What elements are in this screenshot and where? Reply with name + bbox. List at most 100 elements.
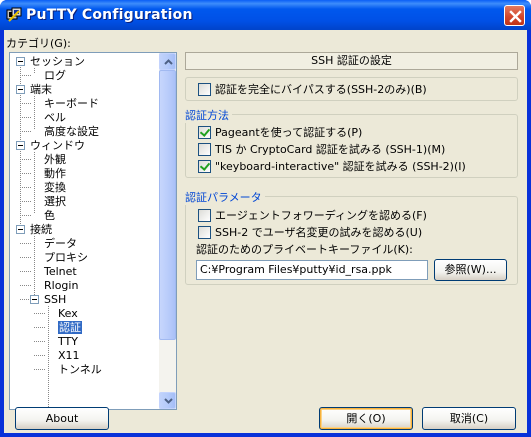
tree-line bbox=[34, 152, 35, 214]
tree-item[interactable]: ログ bbox=[44, 69, 66, 82]
tis-checkbox[interactable] bbox=[198, 143, 211, 156]
tree-item-label: 選択 bbox=[44, 195, 66, 208]
tree-item-label: ベル bbox=[44, 111, 66, 124]
keyfile-label: 認証のためのプライベートキーファイル(K): bbox=[196, 243, 413, 256]
bypass-auth-checkbox[interactable] bbox=[198, 83, 211, 96]
bypass-auth-label[interactable]: 認証を完全にバイパスする(SSH-2のみ)(B) bbox=[215, 83, 427, 96]
agent-forwarding-label[interactable]: エージェントフォワーディングを認める(F) bbox=[215, 209, 427, 222]
tree-item-label: データ bbox=[44, 237, 77, 250]
keyboard-interactive-checkbox[interactable] bbox=[198, 160, 211, 173]
tree-item-label: 変換 bbox=[44, 181, 66, 194]
agent-forwarding-checkbox[interactable] bbox=[198, 209, 211, 222]
tree-item-label: 端末 bbox=[30, 83, 52, 96]
keyfile-input[interactable]: C:¥Program Files¥putty¥id_rsa.ppk bbox=[196, 260, 428, 280]
tree-item[interactable]: プロキシ bbox=[44, 251, 88, 264]
pageant-checkbox[interactable] bbox=[198, 126, 211, 139]
tree-item-label: TTY bbox=[58, 335, 78, 348]
keyboard-interactive-label[interactable]: "keyboard-interactive" 認証を試みる (SSH-2)(I) bbox=[215, 160, 466, 173]
scroll-down-button[interactable] bbox=[159, 392, 176, 409]
username-change-label: SSH-2 でユーザ名変更の試みを認める(U) bbox=[215, 226, 423, 239]
tree-item-label: Telnet bbox=[44, 265, 77, 278]
auth-methods-title: 認証方法 bbox=[185, 107, 232, 123]
tree-line bbox=[20, 215, 32, 216]
bypass-group: 認証を完全にバイパスする(SSH-2のみ)(B) bbox=[185, 77, 518, 101]
tree-item[interactable]: Kex bbox=[58, 307, 78, 320]
tree-item[interactable]: キーボード bbox=[44, 97, 99, 110]
tree-item-label: 外観 bbox=[44, 153, 66, 166]
open-button[interactable]: 開く(O) bbox=[319, 407, 413, 430]
tree-item[interactable]: X11 bbox=[58, 349, 80, 362]
tree-line bbox=[34, 236, 35, 298]
putty-icon bbox=[6, 7, 22, 23]
tree-item-label: X11 bbox=[58, 349, 80, 362]
tree-item[interactable]: 変換 bbox=[44, 181, 66, 194]
scroll-up-button[interactable] bbox=[159, 53, 176, 70]
panel-header: SSH 認証の設定 bbox=[185, 52, 518, 70]
tree-item[interactable]: 接続 bbox=[30, 223, 52, 236]
close-button[interactable] bbox=[504, 5, 525, 26]
username-change-checkbox[interactable] bbox=[198, 226, 211, 239]
tree-item-label: Rlogin bbox=[44, 279, 79, 292]
tree-scrollbar[interactable] bbox=[159, 53, 176, 409]
tree-item-label: SSH bbox=[44, 293, 67, 306]
tis-label[interactable]: TIS か CryptoCard 認証を試みる (SSH-1)(M) bbox=[215, 143, 445, 156]
tree-item[interactable]: データ bbox=[44, 237, 77, 250]
tree-line bbox=[34, 327, 46, 328]
dialog-client-area: カテゴリ(G): セッション ログ 端末 キーボード ベル 高度な設定 ウィンドウ 外観 動作変… bbox=[4, 30, 527, 433]
tree-item-label: ログ bbox=[44, 69, 66, 82]
cancel-button[interactable]: 取消(C) bbox=[422, 407, 516, 430]
tree-line bbox=[34, 355, 46, 356]
tree-item[interactable]: ベル bbox=[44, 111, 66, 124]
tree-collapse-icon[interactable] bbox=[16, 57, 25, 66]
auth-methods-group: 認証方法 Pageantを使って認証する(P) TIS か CryptoCard… bbox=[185, 107, 518, 178]
tree-item[interactable]: トンネル bbox=[58, 363, 102, 376]
tree-item[interactable]: Telnet bbox=[44, 265, 77, 278]
tree-collapse-icon[interactable] bbox=[16, 141, 25, 150]
category-tree[interactable]: セッション ログ 端末 キーボード ベル 高度な設定 ウィンドウ 外観 動作 変換 選択色接続 データ… bbox=[9, 52, 177, 410]
tree-item-label: トンネル bbox=[58, 363, 102, 376]
window-title: PuTTY Configuration bbox=[26, 7, 193, 23]
auth-params-group: 認証パラメータ エージェントフォワーディングを認める(F) SSH-2 でユーザ… bbox=[185, 189, 518, 285]
tree-item[interactable]: 動作 bbox=[44, 167, 66, 180]
tree-line bbox=[48, 306, 49, 409]
tree-item[interactable]: 認証 bbox=[58, 321, 82, 334]
tree-line bbox=[20, 271, 32, 272]
tree-item[interactable]: 高度な設定 bbox=[44, 125, 99, 138]
tree-collapse-icon[interactable] bbox=[16, 225, 25, 234]
tree-item-label: セッション bbox=[30, 55, 85, 68]
tree-item-label: ウィンドウ bbox=[30, 139, 85, 152]
tree-line bbox=[34, 369, 46, 370]
tree-line bbox=[20, 285, 32, 286]
tree-item-label: 動作 bbox=[44, 167, 66, 180]
title-bar[interactable]: PuTTY Configuration bbox=[0, 0, 531, 30]
tree-item[interactable]: Rlogin bbox=[44, 279, 78, 292]
tree-line bbox=[20, 159, 32, 160]
tree-item[interactable]: 端末 bbox=[30, 83, 52, 96]
tree-item[interactable]: SSH bbox=[44, 293, 66, 306]
tree-line bbox=[34, 341, 46, 342]
tree-collapse-icon[interactable] bbox=[16, 85, 25, 94]
tree-item[interactable]: セッション bbox=[30, 55, 85, 68]
tree-line bbox=[20, 173, 32, 174]
tree-item[interactable]: 色 bbox=[44, 209, 55, 222]
browse-button[interactable]: 参照(W)... bbox=[434, 259, 507, 281]
tree-item[interactable]: 外観 bbox=[44, 153, 66, 166]
tree-item-label: キーボード bbox=[44, 97, 99, 110]
tree-line bbox=[34, 313, 46, 314]
tree-item[interactable]: TTY bbox=[58, 335, 78, 348]
tree-collapse-icon[interactable] bbox=[30, 295, 39, 304]
tree-line bbox=[20, 201, 32, 202]
tree-item-label: 認証 bbox=[58, 321, 82, 334]
about-button[interactable]: About bbox=[15, 407, 109, 430]
pageant-label[interactable]: Pageantを使って認証する(P) bbox=[215, 126, 362, 139]
putty-config-window: PuTTY Configuration カテゴリ(G): セッション ログ 端末 キー… bbox=[0, 0, 531, 437]
tree-item-label: 接続 bbox=[30, 223, 52, 236]
tree-line bbox=[20, 257, 32, 258]
tree-line bbox=[20, 75, 32, 76]
scroll-thumb[interactable] bbox=[159, 70, 176, 340]
tree-item-label: プロキシ bbox=[44, 251, 88, 264]
tree-item[interactable]: ウィンドウ bbox=[30, 139, 85, 152]
tree-line bbox=[20, 131, 32, 132]
tree-item[interactable]: 選択 bbox=[44, 195, 66, 208]
tree-item-label: 色 bbox=[44, 209, 55, 222]
